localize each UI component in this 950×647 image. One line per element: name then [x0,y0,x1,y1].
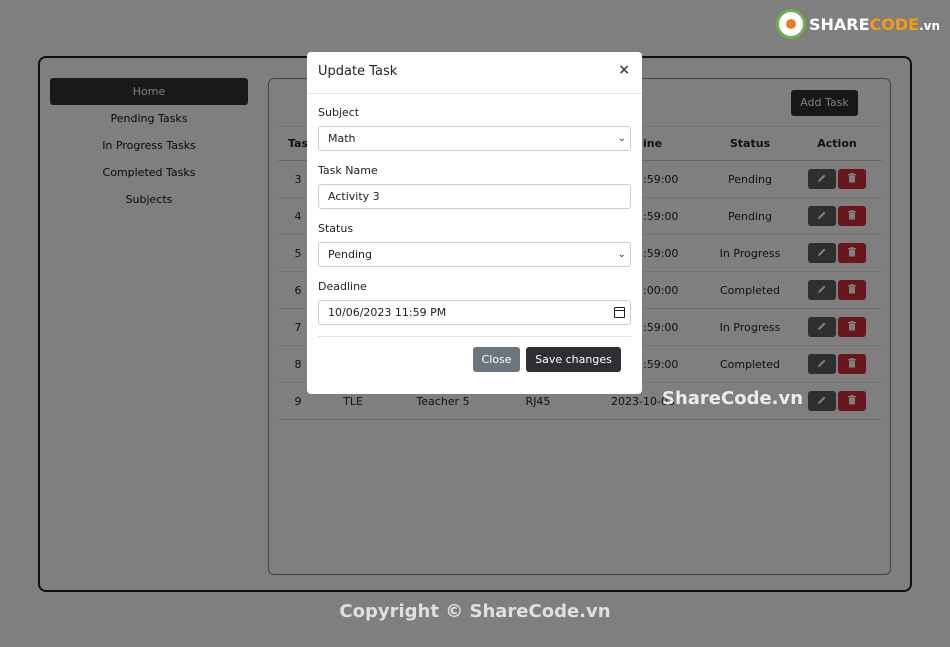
task-name-value: Activity 3 [328,190,380,203]
save-changes-button[interactable]: Save changes [526,347,621,372]
modal-title: Update Task [318,64,398,79]
sharecode-logo-text: SHARECODE.vn [809,15,940,34]
update-task-modal: Update Task × Subject Math ⌄ Task Name A… [307,52,642,394]
subject-label: Subject [318,106,360,119]
chevron-down-icon: ⌄ [617,249,626,260]
subject-value: Math [328,132,356,145]
sharecode-logo-icon [775,9,806,39]
deadline-label: Deadline [318,280,367,293]
deadline-input[interactable]: 10/06/2023 11:59 PM [318,300,631,325]
logo-tld-text: .vn [919,18,940,33]
status-select[interactable]: Pending ⌄ [318,242,631,267]
copyright-text: Copyright © ShareCode.vn [339,601,611,622]
sharecode-logo: SHARECODE.vn [775,8,940,40]
status-value: Pending [328,248,372,261]
logo-code-text: CODE [869,14,920,34]
subject-select[interactable]: Math ⌄ [318,126,631,151]
calendar-icon[interactable] [614,307,625,318]
modal-header: Update Task × [307,52,642,94]
watermark-text: ShareCode.vn [662,388,804,409]
deadline-value: 10/06/2023 11:59 PM [328,306,447,319]
logo-share-text: SHARE [808,14,870,34]
task-name-input[interactable]: Activity 3 [318,184,631,209]
chevron-down-icon: ⌄ [617,133,626,144]
close-button[interactable]: Close [473,347,520,372]
modal-footer-divider [318,336,631,337]
task-name-label: Task Name [318,164,378,177]
close-icon[interactable]: × [618,62,630,78]
status-label: Status [318,222,354,235]
